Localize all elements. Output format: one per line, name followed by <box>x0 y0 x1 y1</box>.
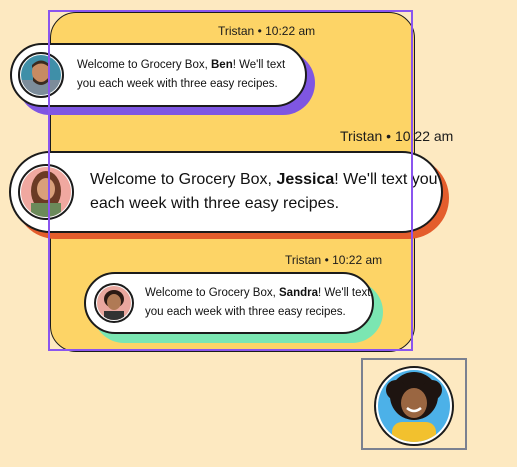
message-card[interactable]: Welcome to Grocery Box, Ben! We'll text … <box>10 43 315 115</box>
message-meta: Tristan • 10:22 am <box>340 128 453 144</box>
timestamp: 10:22 am <box>332 253 383 267</box>
ben-avatar-photo[interactable] <box>18 52 64 98</box>
recipient-name: Ben <box>211 59 233 71</box>
woman-avatar-photo[interactable] <box>374 366 454 446</box>
meta-separator: • <box>324 253 329 267</box>
sender-name: Tristan <box>218 24 255 38</box>
message-meta: Tristan • 10:22 am <box>218 24 315 38</box>
meta-separator: • <box>386 128 392 144</box>
message-card[interactable]: Welcome to Grocery Box, Jessica! We'll t… <box>9 151 449 239</box>
message-intro: Welcome to Grocery Box, <box>145 287 279 299</box>
message-intro: Welcome to Grocery Box, <box>77 59 211 71</box>
sandra-avatar-photo[interactable] <box>94 283 134 323</box>
message-bubble[interactable]: Welcome to Grocery Box, Sandra! We'll te… <box>84 272 374 334</box>
recipient-name: Jessica <box>276 171 335 188</box>
message-bubble[interactable]: Welcome to Grocery Box, Ben! We'll text … <box>10 43 307 107</box>
message-meta: Tristan • 10:22 am <box>285 253 382 267</box>
sender-name: Tristan <box>340 128 383 144</box>
message-text: Welcome to Grocery Box, Sandra! We'll te… <box>145 284 372 322</box>
jessica-avatar-photo[interactable] <box>18 164 74 220</box>
message-card[interactable]: Welcome to Grocery Box, Sandra! We'll te… <box>84 272 383 343</box>
recipient-name: Sandra <box>279 287 318 299</box>
message-intro: Welcome to Grocery Box, <box>90 171 277 188</box>
message-text: Welcome to Grocery Box, Jessica! We'll t… <box>90 168 441 216</box>
meta-separator: • <box>257 24 262 38</box>
message-text: Welcome to Grocery Box, Ben! We'll text … <box>77 56 305 94</box>
timestamp: 10:22 am <box>394 128 454 144</box>
message-bubble[interactable]: Welcome to Grocery Box, Jessica! We'll t… <box>9 151 443 233</box>
sender-name: Tristan <box>285 253 322 267</box>
timestamp: 10:22 am <box>265 24 316 38</box>
